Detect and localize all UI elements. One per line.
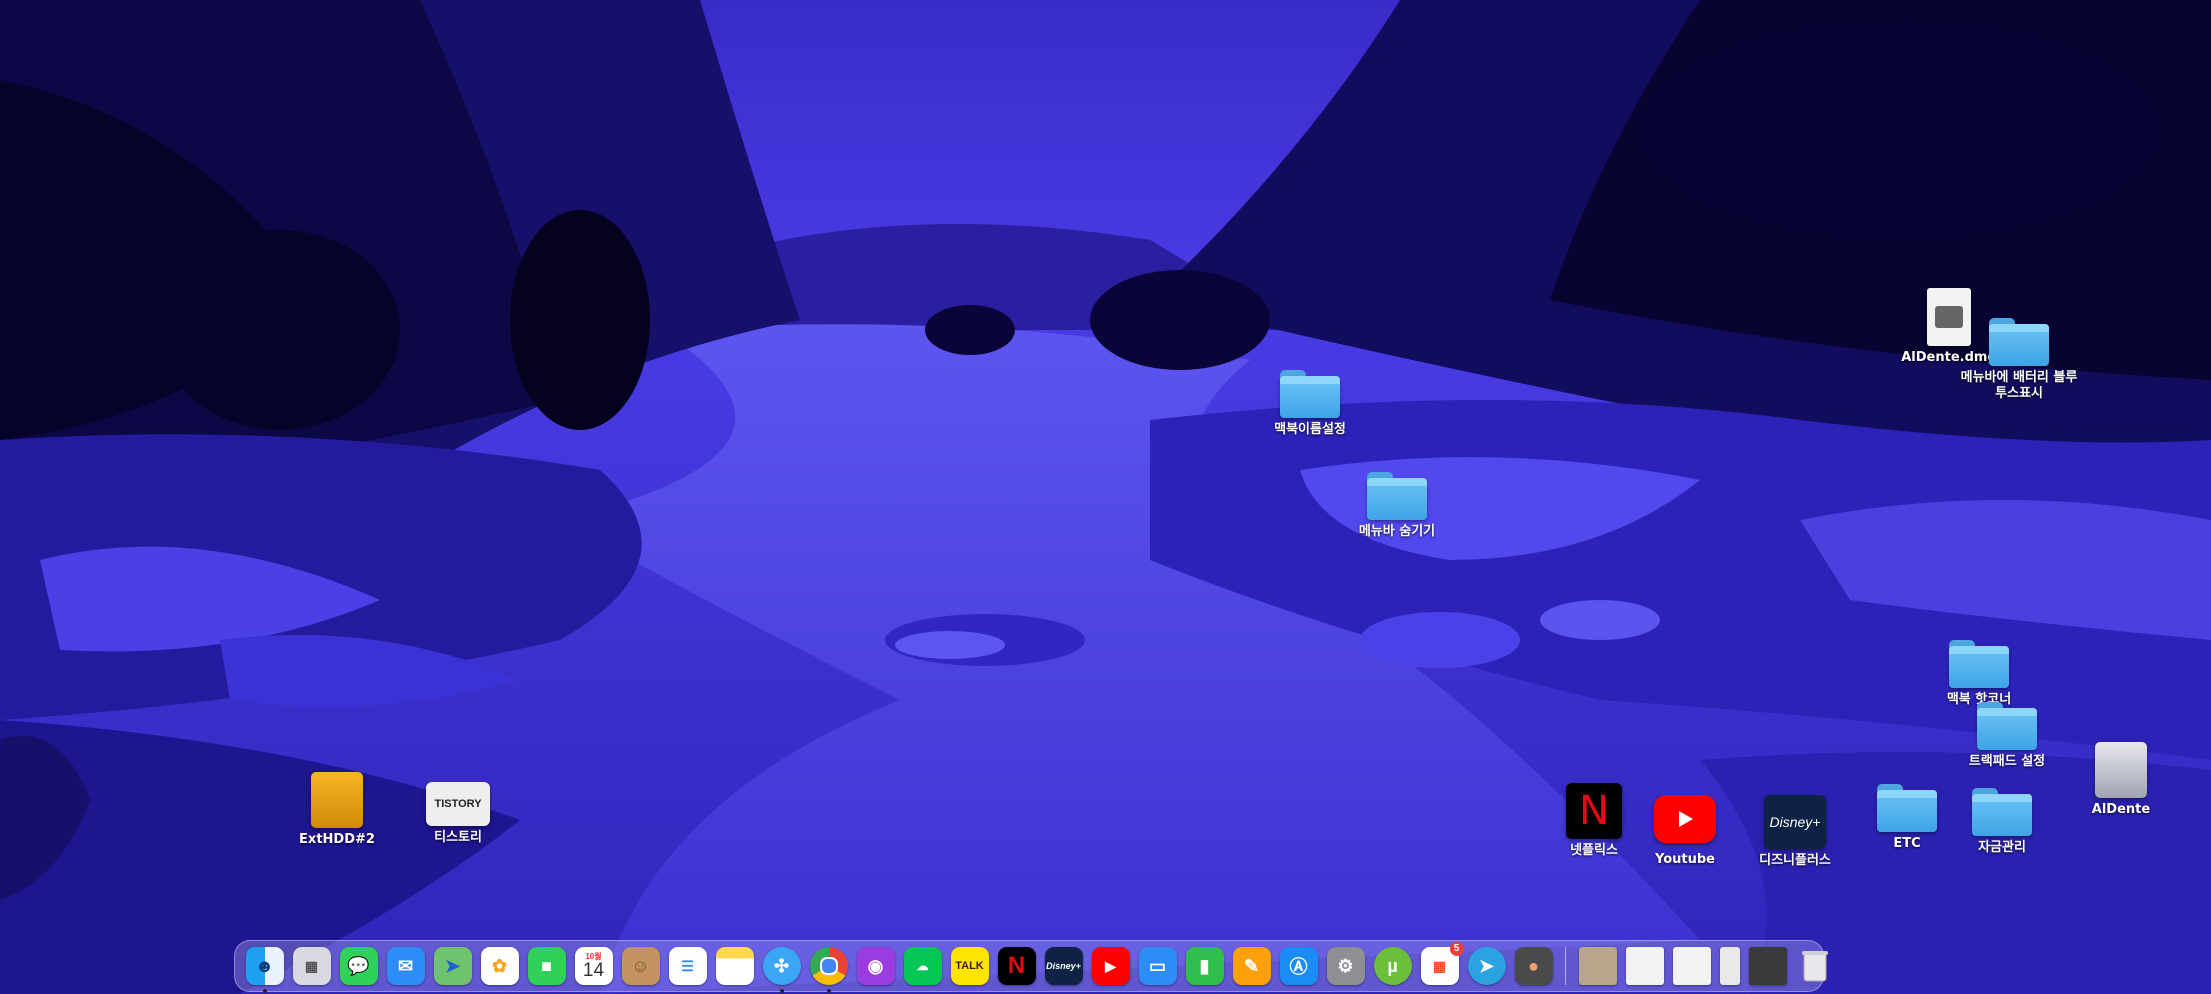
minimized-window-thumbnail[interactable] (1719, 947, 1740, 985)
podcasts-icon[interactable]: ◉ (856, 947, 895, 985)
safari-icon[interactable]: ✣ (762, 947, 801, 993)
dock-separator (1565, 947, 1566, 985)
notes-icon[interactable] (715, 947, 754, 985)
mail-icon[interactable]: ✉ (386, 947, 425, 985)
folder-icon (1989, 318, 2049, 366)
utility-app-icon[interactable]: ● (1514, 947, 1553, 985)
maps-icon[interactable]: ➤ (433, 947, 472, 985)
netflix-thumbnail-icon: N (1566, 783, 1622, 839)
contacts-icon[interactable]: ☺ (621, 947, 660, 985)
dock: ☻ ▦ 💬 ✉ ➤ ✿ ■ 10월 14 ☺ ☰ ✣ ◉ ☁ TALK N Di… (234, 940, 1828, 993)
chrome-icon[interactable] (809, 947, 848, 993)
disk-image-icon (2095, 742, 2147, 798)
telegram-icon[interactable]: ➤ (1467, 947, 1506, 985)
folder-icon (1877, 784, 1937, 832)
photos-icon[interactable]: ✿ (480, 947, 519, 985)
minimized-window-thumbnail[interactable] (1672, 947, 1711, 985)
notification-badge: 5 (1449, 942, 1464, 956)
microsoft-office-icon[interactable]: ▦ 5 (1420, 942, 1464, 985)
minimized-window-thumbnail[interactable] (1578, 947, 1617, 985)
folder-menubar-battery[interactable]: 메뉴바에 배터리 블루투스표시 (1944, 318, 2094, 402)
folder-macbook-name-settings[interactable]: 맥북이름설정 (1235, 370, 1385, 438)
pages-icon[interactable]: ✎ (1232, 947, 1271, 985)
folder-label: 메뉴바에 배터리 블루투스표시 (1960, 370, 2078, 401)
finder-icon[interactable]: ☻ (245, 947, 284, 993)
minimized-window-thumbnail[interactable] (1625, 947, 1664, 985)
folder-label: 맥북이름설정 (1274, 422, 1346, 437)
facetime-icon[interactable]: ■ (527, 947, 566, 985)
messages-icon[interactable]: 💬 (339, 947, 378, 985)
numbers-icon[interactable]: ▮ (1185, 947, 1224, 985)
netflix-app-icon[interactable]: N (997, 947, 1036, 985)
utorrent-icon[interactable]: µ (1373, 947, 1412, 985)
folder-icon (1280, 370, 1340, 418)
folder-macbook-hotcorner[interactable]: 맥북 핫코너 (1904, 640, 2054, 708)
tistory-thumbnail-icon: TISTORY (426, 782, 490, 826)
calendar-icon[interactable]: 10월 14 (574, 947, 613, 985)
line-icon[interactable]: ☁ (903, 947, 942, 985)
folder-icon (1949, 640, 2009, 688)
drive-label: ExtHDD#2 (299, 832, 375, 847)
webloc-label: 넷플릭스 (1570, 843, 1618, 858)
app-store-icon[interactable]: Ⓐ (1279, 947, 1318, 985)
keynote-icon[interactable]: ▭ (1138, 947, 1177, 985)
disney-plus-thumbnail-icon: Disney+ (1764, 795, 1826, 849)
folder-label: 메뉴바 숨기기 (1358, 524, 1436, 539)
minimized-window-thumbnail[interactable] (1748, 947, 1787, 985)
calendar-day: 14 (582, 959, 605, 981)
external-drive-icon (311, 772, 363, 828)
webloc-netflix[interactable]: N 넷플릭스 (1519, 783, 1669, 859)
disney-plus-app-icon[interactable]: Disney+ (1044, 947, 1083, 985)
youtube-app-icon[interactable]: ▶ (1091, 947, 1130, 985)
kakaotalk-icon[interactable]: TALK (950, 947, 989, 985)
launchpad-icon[interactable]: ▦ (292, 947, 331, 985)
folder-hide-menubar[interactable]: 메뉴바 숨기기 (1322, 472, 1472, 540)
drive-exthdd[interactable]: ExtHDD#2 (262, 772, 412, 848)
trash-icon[interactable] (1796, 947, 1834, 985)
folder-icon (1367, 472, 1427, 520)
folder-icon (1977, 702, 2037, 750)
reminders-icon[interactable]: ☰ (668, 947, 707, 985)
system-settings-icon[interactable]: ⚙ (1326, 947, 1365, 985)
